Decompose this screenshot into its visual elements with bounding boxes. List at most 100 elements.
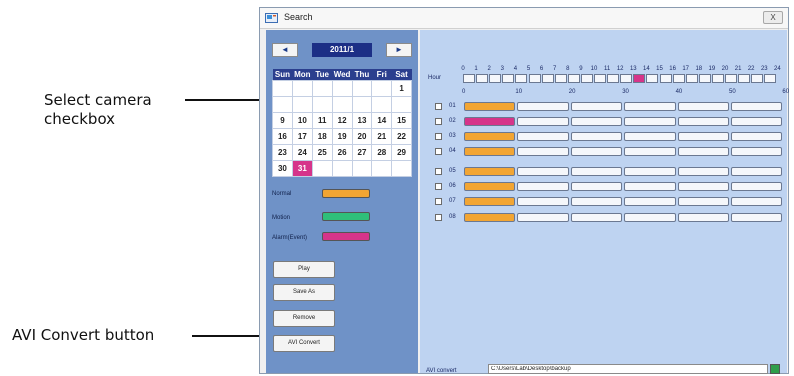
hour-cell[interactable] [580,74,593,83]
hour-cell[interactable] [633,74,646,83]
calendar-day[interactable]: 15 [391,111,412,129]
timeline-segment[interactable] [624,197,676,206]
timeline-segment[interactable] [517,132,569,141]
save-as-button[interactable]: Save As [273,284,335,301]
prev-month-button[interactable]: ◄ [272,43,298,57]
hour-cell[interactable] [594,74,607,83]
timeline-segment[interactable] [731,197,783,206]
hour-cell[interactable] [502,74,515,83]
timeline-segment[interactable] [570,197,623,206]
timeline-segment[interactable] [517,117,569,126]
next-month-button[interactable]: ► [386,43,412,57]
timeline-segment[interactable] [570,167,623,176]
calendar-day[interactable]: 22 [391,127,412,145]
hour-cell[interactable] [463,74,476,83]
calendar-day[interactable]: 29 [391,143,412,161]
timeline-segment[interactable] [570,132,623,141]
timeline-segment[interactable] [464,102,516,111]
timeline-segment[interactable] [570,147,623,156]
hour-cell[interactable] [541,74,554,83]
camera-checkbox[interactable] [435,103,442,110]
timeline-segment[interactable] [731,117,783,126]
hour-cell[interactable] [711,74,724,83]
calendar-day[interactable]: 26 [331,143,353,161]
calendar-day[interactable]: 14 [371,111,393,129]
timeline-segment[interactable] [677,197,729,206]
hour-cell[interactable] [489,74,502,83]
timeline-segment[interactable] [677,102,729,111]
timeline-segment[interactable] [677,167,729,176]
timeline-segment[interactable] [624,117,676,126]
folder-icon[interactable] [770,364,780,374]
hour-cell[interactable] [685,74,698,83]
camera-checkbox[interactable] [435,198,442,205]
timeline-segment[interactable] [517,182,569,191]
calendar-day[interactable]: 12 [331,111,353,129]
timeline-segment[interactable] [731,182,783,191]
timeline-segment[interactable] [624,132,676,141]
timeline-segment[interactable] [731,213,783,222]
timeline-segment[interactable] [731,102,783,111]
hour-cell[interactable] [476,74,489,83]
avi-convert-button[interactable]: AVI Convert [273,335,335,352]
timeline-segment[interactable] [570,182,623,191]
hour-cell[interactable] [725,74,738,83]
hour-cell[interactable] [528,74,541,83]
camera-checkbox[interactable] [435,118,442,125]
timeline-segment[interactable] [464,182,516,191]
timeline-segment[interactable] [677,182,729,191]
calendar-day[interactable]: 9 [272,111,293,129]
remove-button[interactable]: Remove [273,310,335,327]
calendar-day[interactable]: 16 [272,127,293,145]
timeline-segment[interactable] [624,182,676,191]
hour-cell[interactable] [554,74,567,83]
calendar-day[interactable]: 23 [272,143,293,161]
timeline-segment[interactable] [731,132,783,141]
hour-cell[interactable] [646,74,659,83]
calendar-day[interactable]: 25 [311,143,333,161]
camera-checkbox[interactable] [435,183,442,190]
timeline-segment[interactable] [517,167,569,176]
hour-cell[interactable] [515,74,528,83]
calendar-day[interactable]: 19 [331,127,353,145]
calendar-day[interactable]: 31 [291,159,313,177]
calendar-day[interactable]: 10 [291,111,313,129]
calendar-day[interactable]: 27 [351,143,373,161]
play-button[interactable]: Play [273,261,335,278]
avi-path-input[interactable] [488,364,768,374]
timeline-segment[interactable] [731,147,783,156]
camera-checkbox[interactable] [435,168,442,175]
camera-checkbox[interactable] [435,148,442,155]
calendar-day[interactable]: 20 [351,127,373,145]
timeline-segment[interactable] [570,117,623,126]
camera-checkbox[interactable] [435,133,442,140]
timeline-segment[interactable] [517,147,569,156]
timeline-segment[interactable] [464,213,516,222]
timeline-segment[interactable] [677,147,729,156]
timeline-segment[interactable] [517,213,569,222]
timeline-segment[interactable] [570,213,623,222]
timeline-segment[interactable] [464,167,516,176]
calendar-day[interactable]: 30 [272,159,293,177]
hour-cell[interactable] [567,74,580,83]
hour-cell[interactable] [620,74,633,83]
timeline-segment[interactable] [677,213,729,222]
timeline-segment[interactable] [731,167,783,176]
timeline-segment[interactable] [464,197,516,206]
calendar-day[interactable]: 18 [311,127,333,145]
timeline-segment[interactable] [464,132,516,141]
timeline-segment[interactable] [677,117,729,126]
hour-cell[interactable] [607,74,620,83]
timeline-segment[interactable] [464,117,516,126]
calendar-day[interactable]: 17 [291,127,313,145]
calendar-day[interactable]: 1 [391,79,412,97]
calendar-day[interactable]: 28 [371,143,393,161]
calendar-day[interactable]: 24 [291,143,313,161]
hour-cell[interactable] [738,74,751,83]
timeline-segment[interactable] [624,213,676,222]
hour-cell[interactable] [698,74,711,83]
hour-cell[interactable] [672,74,685,83]
hour-cell[interactable] [659,74,672,83]
timeline-segment[interactable] [517,102,569,111]
calendar-day[interactable]: 21 [371,127,393,145]
